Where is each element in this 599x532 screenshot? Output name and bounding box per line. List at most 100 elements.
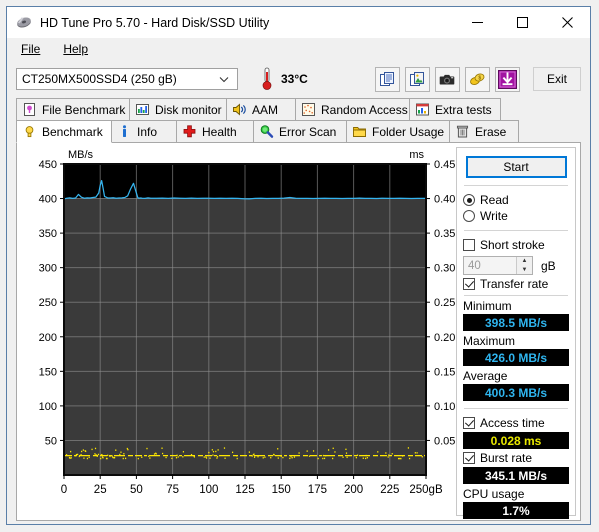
tab-erase[interactable]: Erase (449, 120, 519, 142)
svg-text:200: 200 (39, 332, 57, 344)
svg-text:ms: ms (409, 149, 424, 161)
tab-folder-usage[interactable]: Folder Usage (346, 120, 450, 142)
svg-text:250: 250 (39, 297, 57, 309)
aam-speaker-icon (232, 102, 247, 117)
svg-text:25: 25 (94, 484, 107, 496)
benchmark-options-panel: Start Read Write Short stroke 40 ▲ ▼ gB … (456, 147, 576, 519)
svg-text:150: 150 (272, 484, 291, 496)
random-access-icon (301, 102, 316, 117)
tab-file-benchmark[interactable]: File Benchmark (16, 98, 130, 120)
stepper-down-icon[interactable]: ▼ (517, 266, 532, 275)
svg-text:350: 350 (39, 228, 57, 240)
radio-read[interactable]: Read (463, 193, 569, 207)
maximize-button[interactable] (500, 7, 545, 38)
donate-coins-icon[interactable]: $ (465, 66, 490, 92)
disk-monitor-icon (135, 102, 150, 117)
svg-text:75: 75 (166, 484, 179, 496)
tab-label: Extra tests (435, 102, 492, 117)
short-stroke-stepper[interactable]: ▲ ▼ (516, 257, 532, 274)
download-arrow-icon[interactable] (495, 66, 520, 92)
tab-health[interactable]: Health (176, 120, 254, 142)
short-stroke-unit: gB (541, 258, 556, 273)
svg-text:0: 0 (61, 484, 67, 496)
svg-text:250gB: 250gB (409, 484, 443, 496)
checkbox-access-time[interactable]: Access time (463, 416, 569, 430)
menu-item-file[interactable]: File (17, 40, 49, 58)
benchmark-bulb-icon (22, 124, 37, 139)
tab-row-2: Benchmark Info Health Error Scan Folder … (16, 120, 581, 143)
svg-text:450: 450 (39, 159, 57, 171)
tab-row-1: File Benchmark Disk monitor AAM Random A… (16, 98, 581, 120)
screenshot-camera-icon[interactable] (435, 66, 460, 92)
tab-extra-tests[interactable]: Extra tests (409, 98, 501, 120)
short-stroke-value: 40 (468, 259, 481, 272)
transfer-rate-checkbox-indicator (463, 278, 475, 290)
burst-rate-checkbox-indicator (463, 452, 475, 464)
radio-write-indicator (463, 210, 475, 222)
checkbox-transfer-rate[interactable]: Transfer rate (463, 277, 569, 291)
checkbox-short-stroke[interactable]: Short stroke (463, 238, 569, 252)
menu-item-help[interactable]: Help (59, 40, 97, 58)
stepper-up-icon[interactable]: ▲ (517, 257, 532, 266)
tab-aam[interactable]: AAM (226, 98, 296, 120)
svg-text:225: 225 (380, 484, 399, 496)
transfer-rate-label: Transfer rate (480, 277, 549, 291)
svg-text:0.30: 0.30 (434, 263, 455, 275)
radio-write-label: Write (480, 209, 508, 223)
thermometer-icon (260, 67, 274, 91)
tab-label: Info (137, 124, 158, 139)
window-title: HD Tune Pro 5.70 - Hard Disk/SSD Utility (40, 15, 270, 30)
copy-image-icon[interactable] (405, 66, 430, 92)
hd-tune-window: HD Tune Pro 5.70 - Hard Disk/SSD Utility… (6, 6, 591, 525)
tab-label: Health (202, 124, 237, 139)
short-stroke-input[interactable]: 40 ▲ ▼ (463, 256, 533, 275)
svg-text:0.35: 0.35 (434, 228, 455, 240)
average-value: 400.3 MB/s (463, 384, 569, 401)
drive-select[interactable]: CT250MX500SSD4 (250 gB) (16, 68, 238, 90)
radio-write[interactable]: Write (463, 209, 569, 223)
svg-text:MB/s: MB/s (68, 149, 94, 161)
svg-text:0.05: 0.05 (434, 435, 455, 447)
maximum-label: Maximum (463, 334, 516, 348)
tab-bar: File Benchmark Disk monitor AAM Random A… (7, 98, 590, 143)
svg-text:150: 150 (39, 366, 57, 378)
toolbar: CT250MX500SSD4 (250 gB) 33°C $ Exit (7, 60, 590, 98)
minimize-button[interactable] (455, 7, 500, 38)
access-time-label: Access time (480, 416, 545, 430)
divider (464, 185, 568, 186)
tab-error-scan[interactable]: Error Scan (253, 120, 347, 142)
minimum-label: Minimum (463, 299, 512, 313)
cpu-usage-value: 1.7% (463, 502, 569, 519)
extra-tests-icon (415, 102, 430, 117)
folder-usage-icon (352, 124, 367, 139)
divider (464, 408, 568, 409)
copy-text-icon[interactable] (375, 66, 400, 92)
window-controls (455, 7, 590, 38)
benchmark-tab-panel: 50 100 150 200 250 300 350 400 450 0.05 0.10 0.15 0.… (16, 142, 581, 521)
health-cross-icon (182, 124, 197, 139)
short-stroke-label: Short stroke (480, 238, 545, 252)
error-scan-magnifier-icon (259, 124, 274, 139)
screenshot-root: HD Tune Pro 5.70 - Hard Disk/SSD Utility… (0, 0, 599, 532)
exit-button[interactable]: Exit (533, 67, 581, 91)
svg-text:0.10: 0.10 (434, 401, 455, 413)
temperature-display: 33°C (260, 67, 308, 91)
start-button[interactable]: Start (465, 156, 567, 178)
benchmark-chart: 50 100 150 200 250 300 350 400 450 0.05 0.10 0.15 0.… (17, 143, 471, 520)
menu-bar: File Help (7, 38, 590, 60)
svg-text:175: 175 (308, 484, 327, 496)
checkbox-burst-rate[interactable]: Burst rate (463, 451, 569, 465)
tab-info[interactable]: Info (111, 120, 177, 142)
svg-text:125: 125 (235, 484, 254, 496)
svg-text:50: 50 (130, 484, 143, 496)
svg-text:0.40: 0.40 (434, 194, 455, 206)
short-stroke-size-row: 40 ▲ ▼ gB (463, 256, 569, 275)
close-button[interactable] (545, 7, 590, 38)
tab-benchmark[interactable]: Benchmark (16, 120, 112, 143)
drive-select-value: CT250MX500SSD4 (250 gB) (22, 72, 177, 86)
tab-label: Random Access (321, 102, 408, 117)
tab-disk-monitor[interactable]: Disk monitor (129, 98, 227, 120)
maximum-value: 426.0 MB/s (463, 349, 569, 366)
tab-label: Error Scan (279, 124, 337, 139)
tab-random-access[interactable]: Random Access (295, 98, 410, 120)
